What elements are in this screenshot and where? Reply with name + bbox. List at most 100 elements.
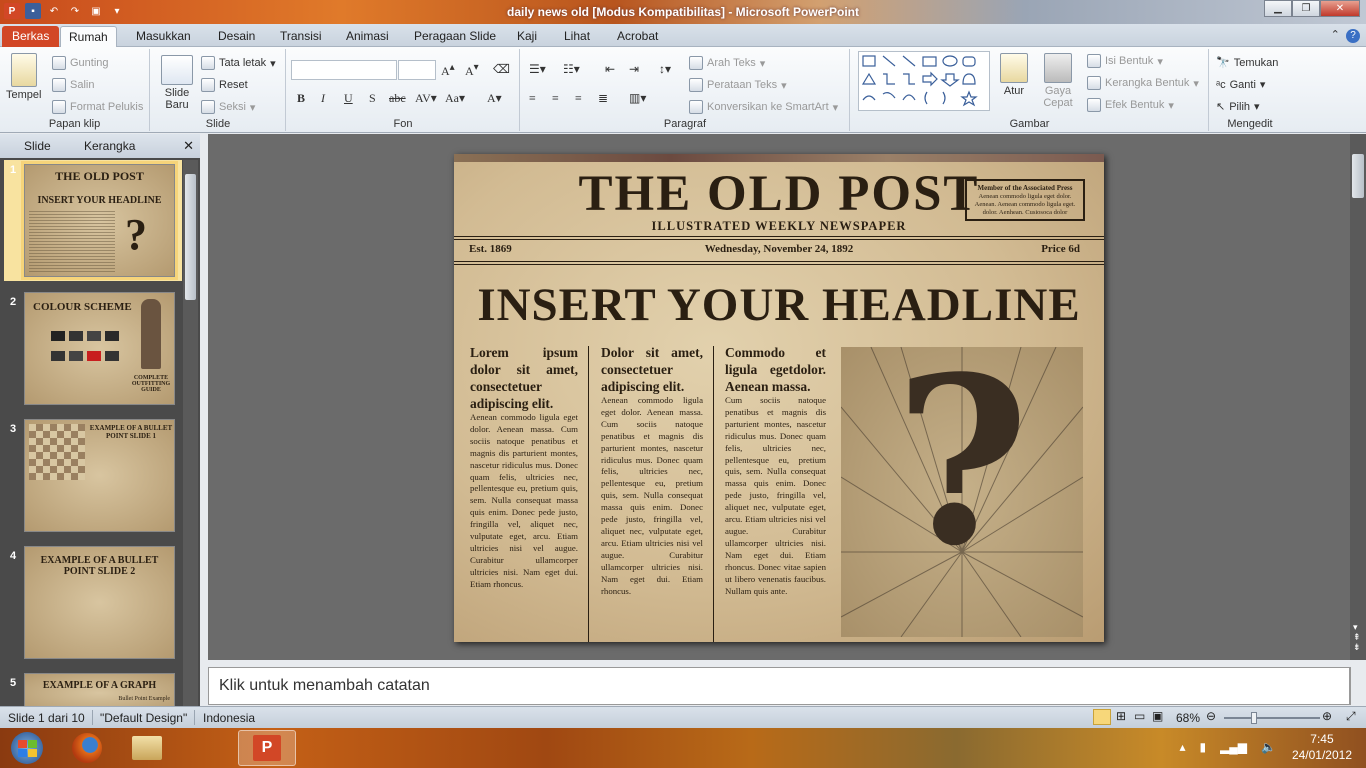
select-button[interactable]: ↖ Pilih ▾ — [1216, 100, 1260, 114]
line-spacing-icon[interactable]: ↕▾ — [659, 62, 671, 77]
editor-scrollbar[interactable]: ▾ ⇞ ⇟ — [1350, 134, 1366, 660]
article-column-1[interactable]: Lorem ipsum dolor sit amet, consectetuer… — [470, 344, 578, 591]
powerpoint-taskbar-icon[interactable]: P — [238, 730, 296, 766]
close-button[interactable]: ✕ — [1320, 0, 1360, 17]
tab-animations[interactable]: Animasi — [338, 26, 397, 47]
section-button[interactable]: Seksi ▾ — [201, 100, 255, 114]
slide-thumbnail[interactable]: 1 THE OLD POST INSERT YOUR HEADLINE ? — [4, 160, 182, 281]
font-name-combo[interactable] — [291, 60, 397, 80]
shape-outline-button[interactable]: Kerangka Bentuk ▾ — [1087, 76, 1199, 90]
fit-to-window-icon[interactable]: ⤢ — [1346, 709, 1356, 724]
firefox-icon[interactable] — [62, 730, 112, 766]
notes-pane[interactable]: Klik untuk menambah catatan — [208, 667, 1350, 705]
font-size-combo[interactable] — [398, 60, 436, 80]
columns-icon[interactable]: ▥▾ — [629, 91, 646, 106]
slideshow-view-icon[interactable]: ▣ — [1152, 709, 1163, 723]
slide-sorter-icon[interactable]: ⊞ — [1116, 709, 1126, 723]
align-right-icon[interactable]: ≡ — [575, 91, 582, 106]
tab-slideshow[interactable]: Peragaan Slide — [406, 26, 504, 47]
tab-file[interactable]: Berkas — [2, 26, 60, 47]
shape-effects-button[interactable]: Efek Bentuk ▾ — [1087, 98, 1174, 112]
shapes-gallery[interactable] — [858, 51, 990, 111]
dateline[interactable]: Est. 1869 Wednesday, November 24, 1892 P… — [454, 243, 1104, 257]
notes-scrollbar[interactable] — [1350, 667, 1366, 705]
scrollbar-thumb[interactable] — [185, 174, 196, 300]
associated-press-box[interactable]: Member of the Associated Press Aenean co… — [965, 179, 1085, 221]
find-button[interactable]: 🔭 Temukan — [1216, 56, 1278, 70]
zoom-out-icon[interactable]: ⊖ — [1206, 709, 1216, 723]
reading-view-icon[interactable]: ▭ — [1134, 709, 1145, 723]
restore-button[interactable]: ❐ — [1292, 0, 1320, 17]
italic-icon[interactable]: I — [321, 91, 325, 106]
help-icon[interactable]: ? — [1346, 29, 1360, 43]
strikethrough-icon[interactable]: abc — [389, 91, 406, 106]
font-color-icon[interactable]: A▾ — [487, 91, 502, 106]
bold-icon[interactable]: B — [297, 91, 305, 106]
scroll-arrows[interactable]: ▾ ⇞ ⇟ — [1353, 622, 1361, 652]
reset-button[interactable]: Reset — [201, 78, 248, 92]
tab-view[interactable]: Lihat — [556, 26, 598, 47]
replace-button[interactable]: ᵃc Ganti ▾ — [1216, 78, 1265, 92]
grow-font-icon[interactable]: A▴ — [441, 62, 455, 79]
network-icon[interactable]: ▂▄▆ — [1220, 740, 1247, 754]
theme-name[interactable]: "Default Design" — [100, 711, 187, 725]
show-hidden-icons[interactable]: ▴ — [1179, 740, 1185, 754]
tab-home[interactable]: Rumah — [60, 26, 117, 47]
layout-button[interactable]: Tata letak ▾ — [201, 56, 276, 70]
minimize-ribbon-icon[interactable]: ⌃ — [1331, 29, 1340, 41]
zoom-slider[interactable] — [1224, 717, 1320, 719]
tab-outline[interactable]: Kerangka — [84, 139, 135, 153]
slide[interactable]: THE OLD POST ILLUSTRATED WEEKLY NEWSPAPE… — [454, 154, 1104, 642]
powerpoint-window: P ▪ ↶ ↷ ▣ ▾ daily news old [Modus Kompat… — [0, 0, 1366, 768]
question-mark-image[interactable]: ? — [841, 347, 1083, 637]
tab-review[interactable]: Kaji — [509, 26, 545, 47]
character-spacing-icon[interactable]: AV▾ — [415, 91, 437, 106]
tab-design[interactable]: Desain — [210, 26, 263, 47]
bullets-icon[interactable]: ☰▾ — [529, 62, 546, 77]
tab-acrobat[interactable]: Acrobat — [609, 26, 666, 47]
quick-styles-button[interactable]: Gaya Cepat — [1040, 53, 1076, 109]
volume-icon[interactable]: 🔈 — [1261, 740, 1276, 754]
arrange-button[interactable]: Atur — [1000, 53, 1028, 97]
smartart-button[interactable]: Konversikan ke SmartArt ▾ — [689, 100, 838, 114]
article-column-3[interactable]: Commodo et ligula egetdolor. Aenean mass… — [725, 344, 826, 597]
tab-transitions[interactable]: Transisi — [272, 26, 330, 47]
system-clock[interactable]: 7:45 24/01/2012 — [1292, 731, 1352, 763]
zoom-slider-thumb[interactable] — [1251, 712, 1257, 724]
clear-formatting-icon[interactable]: ⌫ — [493, 62, 510, 77]
shape-fill-button[interactable]: Isi Bentuk ▾ — [1087, 54, 1163, 68]
text-direction-button[interactable]: Arah Teks ▾ — [689, 56, 765, 70]
language-indicator[interactable]: Indonesia — [203, 711, 255, 725]
align-center-icon[interactable]: ≡ — [552, 91, 559, 106]
battery-icon[interactable]: ▮ — [1199, 740, 1206, 754]
masthead-subtitle[interactable]: ILLUSTRATED WEEKLY NEWSPAPER — [454, 219, 1104, 234]
minimize-button[interactable]: ▁ — [1264, 0, 1292, 17]
explorer-icon[interactable] — [122, 730, 172, 766]
numbering-icon[interactable]: ☷▾ — [563, 62, 580, 77]
increase-indent-icon[interactable]: ⇥ — [629, 62, 639, 77]
shrink-font-icon[interactable]: A▾ — [465, 62, 479, 79]
tab-insert[interactable]: Masukkan — [128, 26, 199, 47]
cut-button[interactable]: Gunting — [52, 56, 109, 70]
zoom-in-icon[interactable]: ⊕ — [1322, 709, 1332, 723]
normal-view-icon[interactable] — [1093, 709, 1111, 725]
shadow-icon[interactable]: S — [369, 91, 376, 106]
scrollbar-thumb[interactable] — [1352, 154, 1364, 198]
paste-button[interactable]: Tempel — [6, 53, 41, 101]
new-slide-button[interactable]: Slide Baru — [159, 55, 195, 111]
align-left-icon[interactable]: ≡ — [529, 91, 536, 106]
close-pane-icon[interactable]: ✕ — [183, 138, 194, 154]
tab-slides[interactable]: Slide — [24, 139, 51, 153]
start-button[interactable] — [4, 730, 50, 766]
headline[interactable]: INSERT YOUR HEADLINE — [454, 278, 1104, 332]
change-case-icon[interactable]: Aa▾ — [445, 91, 465, 106]
slides-pane-scrollbar[interactable] — [183, 160, 198, 706]
justify-icon[interactable]: ≣ — [598, 91, 608, 106]
align-text-button[interactable]: Perataan Teks ▾ — [689, 78, 787, 92]
zoom-level[interactable]: 68% — [1176, 711, 1200, 725]
decrease-indent-icon[interactable]: ⇤ — [605, 62, 615, 77]
copy-button[interactable]: Salin — [52, 78, 94, 92]
article-column-2[interactable]: Dolor sit amet, consectetuer adipiscing … — [601, 344, 703, 597]
format-painter-button[interactable]: Format Pelukis — [52, 100, 143, 114]
underline-icon[interactable]: U — [344, 91, 353, 106]
